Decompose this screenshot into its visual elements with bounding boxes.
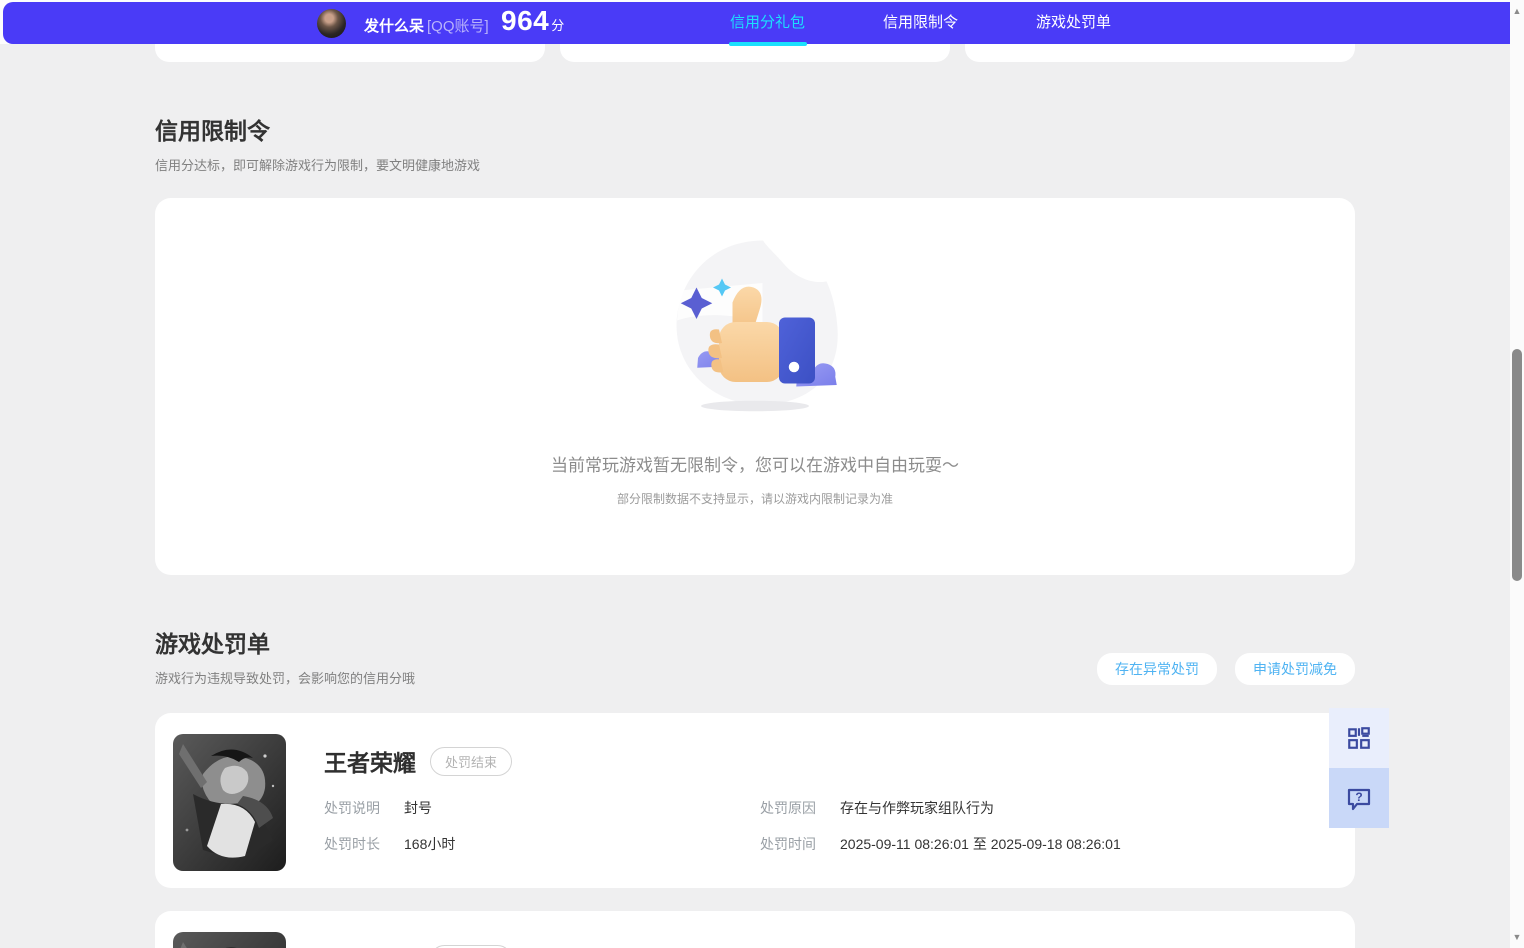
game-cover-image [173,734,286,871]
punishment-field: 处罚说明 封号 [324,798,760,818]
tab-restriction-order[interactable]: 信用限制令 [883,2,958,44]
scroll-up-arrow[interactable]: ▲ [1510,4,1524,18]
qr-code-icon [1348,727,1370,749]
help-feedback-button[interactable]: ? [1329,768,1389,828]
restriction-empty-text: 当前常玩游戏暂无限制令，您可以在游戏中自由玩耍～ [551,456,959,475]
punishment-card-body: 王者荣耀 处罚结束 处罚说明 封号 处罚原因 存在与作弊玩家组队行为 处罚时长 … [286,734,1337,867]
field-value: 2025-09-11 08:26:01 至 2025-09-18 08:26:0… [840,836,1121,852]
game-name: 王者荣耀 [324,750,416,776]
qr-code-button[interactable] [1329,708,1389,768]
field-label: 处罚说明 [324,800,380,816]
status-badge: 处罚结束 [430,746,513,776]
punishment-field: 处罚时长 168小时 [324,834,760,854]
field-label: 处罚时间 [760,836,816,852]
restriction-subtitle: 信用分达标，即可解除游戏行为限制，要文明健康地游戏 [155,158,481,173]
field-value: 存在与作弊玩家组队行为 [840,800,994,816]
punishment-field: 处罚时间 2025-09-11 08:26:01 至 2025-09-18 08… [760,834,1337,854]
active-tab-underline [728,42,807,46]
punishment-field: 处罚原因 存在与作弊玩家组队行为 [760,798,1337,818]
field-value: 封号 [404,800,432,816]
apply-reduction-button[interactable]: 申请处罚减免 [1235,653,1355,685]
game-cover-image [173,932,286,948]
floating-buttons: ? [1329,708,1389,828]
thumbs-up-illustration-icon [650,228,860,433]
top-navbar: 发什么呆 [QQ账号] 964 分 信用分礼包 信用限制令 游戏处罚单 [3,2,1510,46]
abnormal-punishment-button[interactable]: 存在异常处罚 [1097,653,1217,685]
score-unit: 分 [551,18,565,33]
restriction-empty-note: 部分限制数据不支持显示，请以游戏内限制记录为准 [616,492,893,506]
restriction-title: 信用限制令 [155,118,270,144]
svg-text:?: ? [1355,790,1362,804]
punishment-section-header: 游戏处罚单 游戏行为违规导致处罚，会影响您的信用分哦 存在异常处罚 申请处罚减免 [155,625,1355,687]
username: 发什么呆 [364,18,425,35]
score-number: 964 [501,5,550,36]
nav-tabs: 信用分礼包 信用限制令 游戏处罚单 [728,2,1111,46]
tab-punishment-list[interactable]: 游戏处罚单 [1036,2,1111,44]
field-value: 168小时 [404,836,456,852]
status-badge: 处罚结束 [430,944,513,948]
punishment-actions: 存在异常处罚 申请处罚减免 [1097,653,1355,685]
game-name: 王者荣耀 [324,942,416,948]
scroll-down-arrow[interactable]: ▼ [1510,930,1524,944]
vertical-scrollbar[interactable]: ▲ ▼ [1510,0,1524,948]
punishment-card: 王者荣耀 处罚结束 处罚说明 封号 处罚原因 存在与作弊玩家组队行为 处罚时长 … [155,713,1355,888]
scrollbar-thumb[interactable] [1512,349,1522,581]
main-container: 信用限制令 信用分达标，即可解除游戏行为限制，要文明健康地游戏 当前常玩游戏暂无… [155,0,1355,948]
field-label: 处罚时长 [324,836,380,852]
punishment-card: 王者荣耀 处罚结束 [155,911,1355,948]
restriction-empty-card: 当前常玩游戏暂无限制令，您可以在游戏中自由玩耍～ 部分限制数据不支持显示，请以游… [155,198,1355,575]
credit-page: 信用限制令 信用分达标，即可解除游戏行为限制，要文明健康地游戏 当前常玩游戏暂无… [0,0,1524,948]
field-label: 处罚原因 [760,800,816,816]
question-bubble-icon: ? [1347,788,1371,811]
tab-credit-gift[interactable]: 信用分礼包 [728,2,807,46]
credit-score: 964 分 [501,5,564,37]
avatar[interactable] [317,9,346,38]
account-type-tag: [QQ账号] [427,18,489,35]
punishment-card-body: 王者荣耀 处罚结束 [286,932,1337,948]
